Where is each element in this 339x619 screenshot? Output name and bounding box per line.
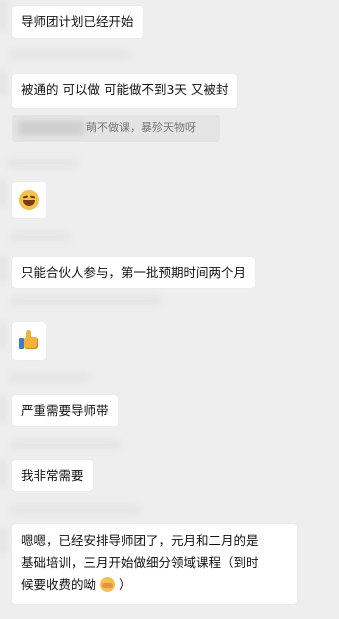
message-text: 只能合伙人参与，第一批预期时间两个月 <box>21 265 247 280</box>
message-text: 导师团计划已经开始 <box>21 14 134 29</box>
redacted-quote-name <box>18 121 84 135</box>
redacted-avatar <box>0 460 6 486</box>
message-text: 候要收费的呦 <box>21 577 97 592</box>
message-text: 我非常需要 <box>21 468 84 483</box>
message-bubble[interactable]: 严重需要导师带 <box>12 395 118 426</box>
message-text: 严重需要导师带 <box>21 403 109 418</box>
message-text-line: 基础培训，三月开始做细分领域课程（到时 <box>21 555 259 570</box>
message-text: 被通的 可以做 可能做不到3天 又被封 <box>21 82 229 97</box>
redacted-avatar <box>0 0 6 30</box>
redacted-name <box>10 440 120 450</box>
redacted-avatar <box>0 322 6 348</box>
emoji-message-bubble[interactable] <box>12 182 46 218</box>
quote-text: 萌不做课，暴殄天物呀 <box>86 121 196 134</box>
redacted-name <box>10 372 90 382</box>
emoji-message-bubble[interactable] <box>12 322 46 360</box>
message-text-line: 嗯嗯，已经安排导师团了，元月和二月的是 <box>21 533 259 548</box>
message-bubble[interactable]: 被通的 可以做 可能做不到3天 又被封 <box>12 74 238 108</box>
redacted-avatar <box>0 70 6 96</box>
redacted-avatar <box>0 528 6 554</box>
redacted-avatar <box>0 256 6 282</box>
message-bubble[interactable]: 我非常需要 <box>12 460 93 491</box>
message-bubble[interactable]: 导师团计划已经开始 <box>12 6 143 38</box>
message-text: ） <box>118 577 132 592</box>
shushing-face-emoji <box>100 577 115 592</box>
quoted-reply[interactable]: 萌不做课，暴殄天物呀 <box>12 115 220 142</box>
thumbs-up-emoji <box>18 329 40 351</box>
message-bubble[interactable]: 嗯嗯，已经安排导师团了，元月和二月的是 基础培训，三月开始做细分领域课程（到时 … <box>12 524 297 604</box>
redacted-name <box>10 232 70 242</box>
redacted-name <box>10 296 160 306</box>
message-bubble[interactable]: 只能合伙人参与，第一批预期时间两个月 <box>12 257 256 288</box>
redacted-name <box>10 505 140 515</box>
redacted-avatar <box>0 180 6 206</box>
grinning-squint-emoji <box>19 190 39 210</box>
redacted-name <box>10 50 130 60</box>
redacted-name <box>8 158 78 168</box>
redacted-avatar <box>0 396 6 422</box>
message-text-line: 候要收费的呦 ） <box>21 574 288 596</box>
